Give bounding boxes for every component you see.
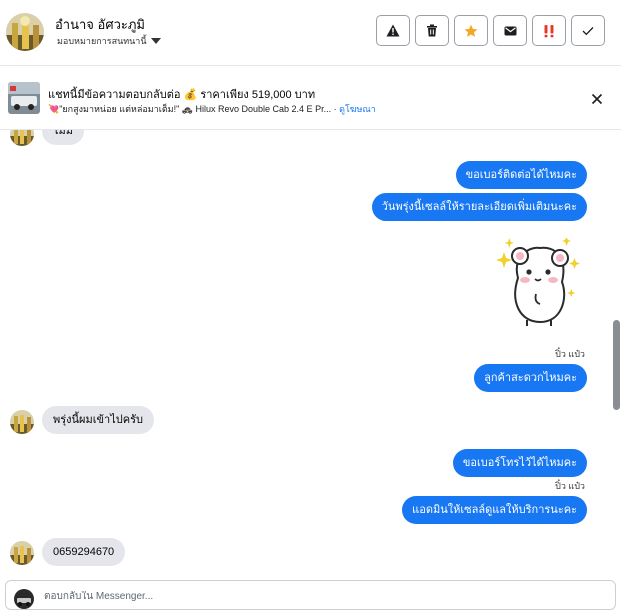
ad-subtitle: 💘"ยกสูงมาหน่อย แต่หล่อมาเต็ม!" 🚓 Hilux R…: [48, 104, 376, 114]
ad-thumbnail: [8, 82, 40, 114]
trash-icon: [427, 24, 437, 37]
view-ad-link[interactable]: ดูโฆษณา: [339, 104, 376, 114]
incoming-message: ไม่มี: [42, 130, 85, 145]
incoming-message: 0659294670: [42, 538, 126, 566]
outgoing-message: แอดมินให้เซลล์ดูแลให้บริการนะคะ: [402, 496, 587, 524]
message-thread[interactable]: ไม่มี ขอเบอร์ติดต่อได้ไหมคะ วันพรุ่งนี้เ…: [0, 130, 621, 576]
contact-avatar-small: [10, 130, 34, 146]
outgoing-message: ขอเบอร์โทรไว้ได้ไหมคะ: [452, 449, 587, 477]
ad-title: แชทนี้มีข้อความตอบกลับต่อ 💰 ราคาเพียง 51…: [48, 89, 316, 101]
mark-spam-button[interactable]: [376, 15, 410, 46]
chevron-down-icon: [150, 38, 161, 44]
sender-name: ปิ๋ว แป๋ว: [555, 481, 585, 491]
delete-button[interactable]: [415, 15, 449, 46]
contact-avatar-small: [10, 410, 34, 434]
close-icon: [591, 93, 603, 105]
ad-context-banner: แชทนี้มีข้อความตอบกลับต่อ 💰 ราคาเพียง 51…: [0, 66, 621, 130]
outgoing-message: ลูกค้าสะดวกไหมคะ: [474, 364, 587, 392]
star-button[interactable]: [454, 15, 488, 46]
important-icon: [544, 24, 554, 37]
incoming-message: พรุ่งนี้ผมเข้าไปครับ: [42, 406, 154, 434]
contact-avatar-small: [10, 541, 34, 565]
scrollbar-thumb[interactable]: [613, 320, 620, 410]
warning-icon: [386, 24, 400, 37]
action-toolbar: [376, 15, 605, 46]
hamster-sticker: [490, 237, 584, 330]
star-icon: [464, 24, 478, 37]
sender-name: ปิ๋ว แป๋ว: [555, 349, 585, 359]
mark-unread-button[interactable]: [493, 15, 527, 46]
conversation-header: อำนาจ อัศวะภูมิ มอบหมายการสนทนานี้: [0, 0, 621, 66]
outgoing-message: ขอเบอร์ติดต่อได้ไหมคะ: [455, 161, 587, 189]
page-avatar: [14, 589, 34, 609]
reply-input[interactable]: [44, 591, 584, 602]
outgoing-message: วันพรุ่งนี้เซลล์ให้รายละเอียดเพิ่มเติมนะ…: [371, 193, 587, 221]
ad-subtitle-text: 💘"ยกสูงมาหน่อย แต่หล่อมาเต็ม!" 🚓 Hilux R…: [48, 104, 332, 114]
assign-conversation-dropdown[interactable]: มอบหมายการสนทนานี้: [57, 34, 161, 48]
assign-label: มอบหมายการสนทนานี้: [57, 36, 147, 46]
contact-name[interactable]: อำนาจ อัศวะภูมิ: [55, 14, 145, 35]
contact-avatar[interactable]: [6, 13, 44, 51]
close-banner-button[interactable]: [591, 92, 603, 110]
mark-important-button[interactable]: [532, 15, 566, 46]
reply-composer[interactable]: [5, 580, 616, 610]
check-icon: [582, 26, 594, 35]
mail-icon: [504, 26, 516, 35]
mark-done-button[interactable]: [571, 15, 605, 46]
